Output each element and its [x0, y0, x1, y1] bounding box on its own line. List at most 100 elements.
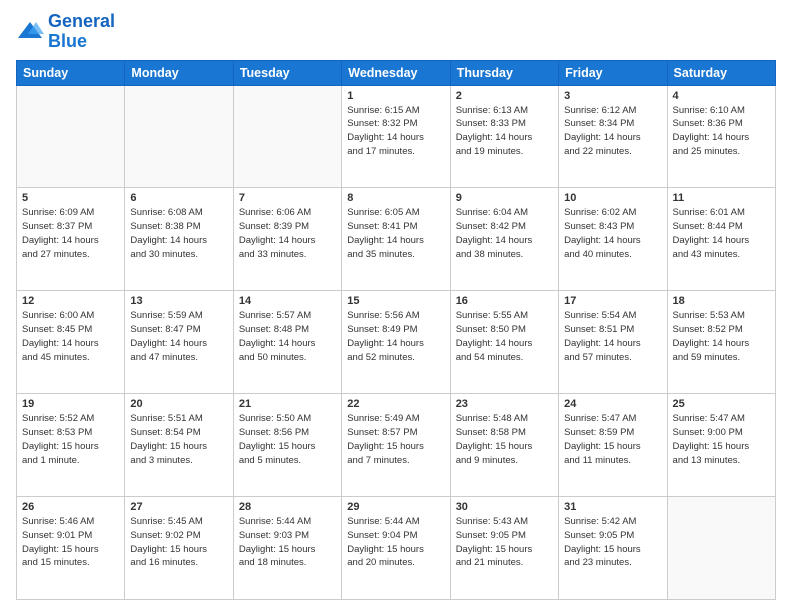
day-number: 9 — [456, 192, 553, 204]
day-number: 15 — [347, 295, 444, 307]
day-of-week-header: Thursday — [450, 60, 558, 85]
calendar-day-cell — [233, 85, 341, 188]
calendar-header-row: SundayMondayTuesdayWednesdayThursdayFrid… — [17, 60, 776, 85]
day-info: Sunrise: 5:54 AM Sunset: 8:51 PM Dayligh… — [564, 309, 661, 364]
day-number: 10 — [564, 192, 661, 204]
day-number: 19 — [22, 398, 119, 410]
calendar-week-row: 12 Sunrise: 6:00 AM Sunset: 8:45 PM Dayli… — [17, 291, 776, 394]
day-info: Sunrise: 5:52 AM Sunset: 8:53 PM Dayligh… — [22, 412, 119, 467]
day-info: Sunrise: 6:15 AM Sunset: 8:32 PM Dayligh… — [347, 104, 444, 159]
calendar-day-cell: 25Sunrise: 5:47 AM Sunset: 9:00 PM Dayli… — [667, 394, 775, 497]
calendar-week-row: 1 Sunrise: 6:15 AM Sunset: 8:32 PM Daylig… — [17, 85, 776, 188]
calendar-day-cell: 6 Sunrise: 6:08 AM Sunset: 8:38 PM Daylig… — [125, 188, 233, 291]
calendar-day-cell: 11Sunrise: 6:01 AM Sunset: 8:44 PM Dayli… — [667, 188, 775, 291]
calendar-day-cell — [667, 497, 775, 600]
day-info: Sunrise: 5:44 AM Sunset: 9:03 PM Dayligh… — [239, 515, 336, 570]
day-number: 21 — [239, 398, 336, 410]
day-info: Sunrise: 6:04 AM Sunset: 8:42 PM Dayligh… — [456, 206, 553, 261]
day-info: Sunrise: 5:45 AM Sunset: 9:02 PM Dayligh… — [130, 515, 227, 570]
calendar-day-cell: 24Sunrise: 5:47 AM Sunset: 8:59 PM Dayli… — [559, 394, 667, 497]
day-info: Sunrise: 5:53 AM Sunset: 8:52 PM Dayligh… — [673, 309, 770, 364]
logo-text: General Blue — [48, 12, 115, 52]
day-number: 28 — [239, 501, 336, 513]
day-of-week-header: Sunday — [17, 60, 125, 85]
calendar-week-row: 19 Sunrise: 5:52 AM Sunset: 8:53 PM Dayli… — [17, 394, 776, 497]
calendar-day-cell: 7 Sunrise: 6:06 AM Sunset: 8:39 PM Daylig… — [233, 188, 341, 291]
header: General Blue — [16, 12, 776, 52]
day-info: Sunrise: 5:55 AM Sunset: 8:50 PM Dayligh… — [456, 309, 553, 364]
day-info: Sunrise: 6:02 AM Sunset: 8:43 PM Dayligh… — [564, 206, 661, 261]
calendar-day-cell: 9 Sunrise: 6:04 AM Sunset: 8:42 PM Daylig… — [450, 188, 558, 291]
day-number: 23 — [456, 398, 553, 410]
day-of-week-header: Wednesday — [342, 60, 450, 85]
day-info: Sunrise: 5:44 AM Sunset: 9:04 PM Dayligh… — [347, 515, 444, 570]
day-info: Sunrise: 5:57 AM Sunset: 8:48 PM Dayligh… — [239, 309, 336, 364]
day-number: 12 — [22, 295, 119, 307]
day-number: 25 — [673, 398, 770, 410]
day-info: Sunrise: 6:00 AM Sunset: 8:45 PM Dayligh… — [22, 309, 119, 364]
calendar-day-cell: 1 Sunrise: 6:15 AM Sunset: 8:32 PM Daylig… — [342, 85, 450, 188]
calendar-day-cell: 5Sunrise: 6:09 AM Sunset: 8:37 PM Daylig… — [17, 188, 125, 291]
page: General Blue SundayMondayTuesdayWednesda… — [0, 0, 792, 612]
day-number: 3 — [564, 90, 661, 102]
calendar-day-cell — [125, 85, 233, 188]
calendar-day-cell: 16 Sunrise: 5:55 AM Sunset: 8:50 PM Dayli… — [450, 291, 558, 394]
logo-icon — [16, 18, 44, 46]
calendar-day-cell: 8Sunrise: 6:05 AM Sunset: 8:41 PM Daylig… — [342, 188, 450, 291]
day-number: 1 — [347, 90, 444, 102]
calendar-day-cell: 15 Sunrise: 5:56 AM Sunset: 8:49 PM Dayli… — [342, 291, 450, 394]
day-number: 29 — [347, 501, 444, 513]
day-number: 4 — [673, 90, 770, 102]
day-info: Sunrise: 5:48 AM Sunset: 8:58 PM Dayligh… — [456, 412, 553, 467]
calendar-day-cell: 22Sunrise: 5:49 AM Sunset: 8:57 PM Dayli… — [342, 394, 450, 497]
calendar-table: SundayMondayTuesdayWednesdayThursdayFrid… — [16, 60, 776, 600]
day-info: Sunrise: 5:59 AM Sunset: 8:47 PM Dayligh… — [130, 309, 227, 364]
day-info: Sunrise: 6:10 AM Sunset: 8:36 PM Dayligh… — [673, 104, 770, 159]
calendar-day-cell: 28 Sunrise: 5:44 AM Sunset: 9:03 PM Dayli… — [233, 497, 341, 600]
calendar-day-cell: 19 Sunrise: 5:52 AM Sunset: 8:53 PM Dayli… — [17, 394, 125, 497]
day-info: Sunrise: 5:56 AM Sunset: 8:49 PM Dayligh… — [347, 309, 444, 364]
day-info: Sunrise: 6:08 AM Sunset: 8:38 PM Dayligh… — [130, 206, 227, 261]
calendar-day-cell: 2Sunrise: 6:13 AM Sunset: 8:33 PM Daylig… — [450, 85, 558, 188]
calendar-day-cell: 10 Sunrise: 6:02 AM Sunset: 8:43 PM Dayli… — [559, 188, 667, 291]
day-number: 20 — [130, 398, 227, 410]
day-number: 16 — [456, 295, 553, 307]
calendar-day-cell: 20 Sunrise: 5:51 AM Sunset: 8:54 PM Dayli… — [125, 394, 233, 497]
day-number: 13 — [130, 295, 227, 307]
day-info: Sunrise: 6:06 AM Sunset: 8:39 PM Dayligh… — [239, 206, 336, 261]
day-number: 22 — [347, 398, 444, 410]
day-number: 6 — [130, 192, 227, 204]
calendar-day-cell: 3Sunrise: 6:12 AM Sunset: 8:34 PM Daylig… — [559, 85, 667, 188]
calendar-day-cell: 23 Sunrise: 5:48 AM Sunset: 8:58 PM Dayli… — [450, 394, 558, 497]
calendar-week-row: 5Sunrise: 6:09 AM Sunset: 8:37 PM Daylig… — [17, 188, 776, 291]
day-number: 7 — [239, 192, 336, 204]
day-number: 26 — [22, 501, 119, 513]
calendar-week-row: 26 Sunrise: 5:46 AM Sunset: 9:01 PM Dayli… — [17, 497, 776, 600]
calendar-day-cell: 31 Sunrise: 5:42 AM Sunset: 9:05 PM Dayli… — [559, 497, 667, 600]
day-number: 2 — [456, 90, 553, 102]
calendar-day-cell: 17 Sunrise: 5:54 AM Sunset: 8:51 PM Dayli… — [559, 291, 667, 394]
calendar-day-cell: 18 Sunrise: 5:53 AM Sunset: 8:52 PM Dayli… — [667, 291, 775, 394]
day-number: 31 — [564, 501, 661, 513]
day-info: Sunrise: 5:50 AM Sunset: 8:56 PM Dayligh… — [239, 412, 336, 467]
day-number: 17 — [564, 295, 661, 307]
day-number: 27 — [130, 501, 227, 513]
day-of-week-header: Monday — [125, 60, 233, 85]
calendar-day-cell: 4 Sunrise: 6:10 AM Sunset: 8:36 PM Daylig… — [667, 85, 775, 188]
calendar-day-cell: 13 Sunrise: 5:59 AM Sunset: 8:47 PM Dayli… — [125, 291, 233, 394]
day-info: Sunrise: 5:51 AM Sunset: 8:54 PM Dayligh… — [130, 412, 227, 467]
day-number: 11 — [673, 192, 770, 204]
day-info: Sunrise: 5:46 AM Sunset: 9:01 PM Dayligh… — [22, 515, 119, 570]
calendar-day-cell: 14Sunrise: 5:57 AM Sunset: 8:48 PM Dayli… — [233, 291, 341, 394]
day-of-week-header: Tuesday — [233, 60, 341, 85]
calendar-day-cell: 29 Sunrise: 5:44 AM Sunset: 9:04 PM Dayli… — [342, 497, 450, 600]
logo: General Blue — [16, 12, 115, 52]
calendar-day-cell: 27 Sunrise: 5:45 AM Sunset: 9:02 PM Dayli… — [125, 497, 233, 600]
calendar-day-cell: 30Sunrise: 5:43 AM Sunset: 9:05 PM Dayli… — [450, 497, 558, 600]
day-of-week-header: Friday — [559, 60, 667, 85]
calendar-day-cell — [17, 85, 125, 188]
day-of-week-header: Saturday — [667, 60, 775, 85]
day-number: 18 — [673, 295, 770, 307]
day-info: Sunrise: 5:42 AM Sunset: 9:05 PM Dayligh… — [564, 515, 661, 570]
day-number: 30 — [456, 501, 553, 513]
